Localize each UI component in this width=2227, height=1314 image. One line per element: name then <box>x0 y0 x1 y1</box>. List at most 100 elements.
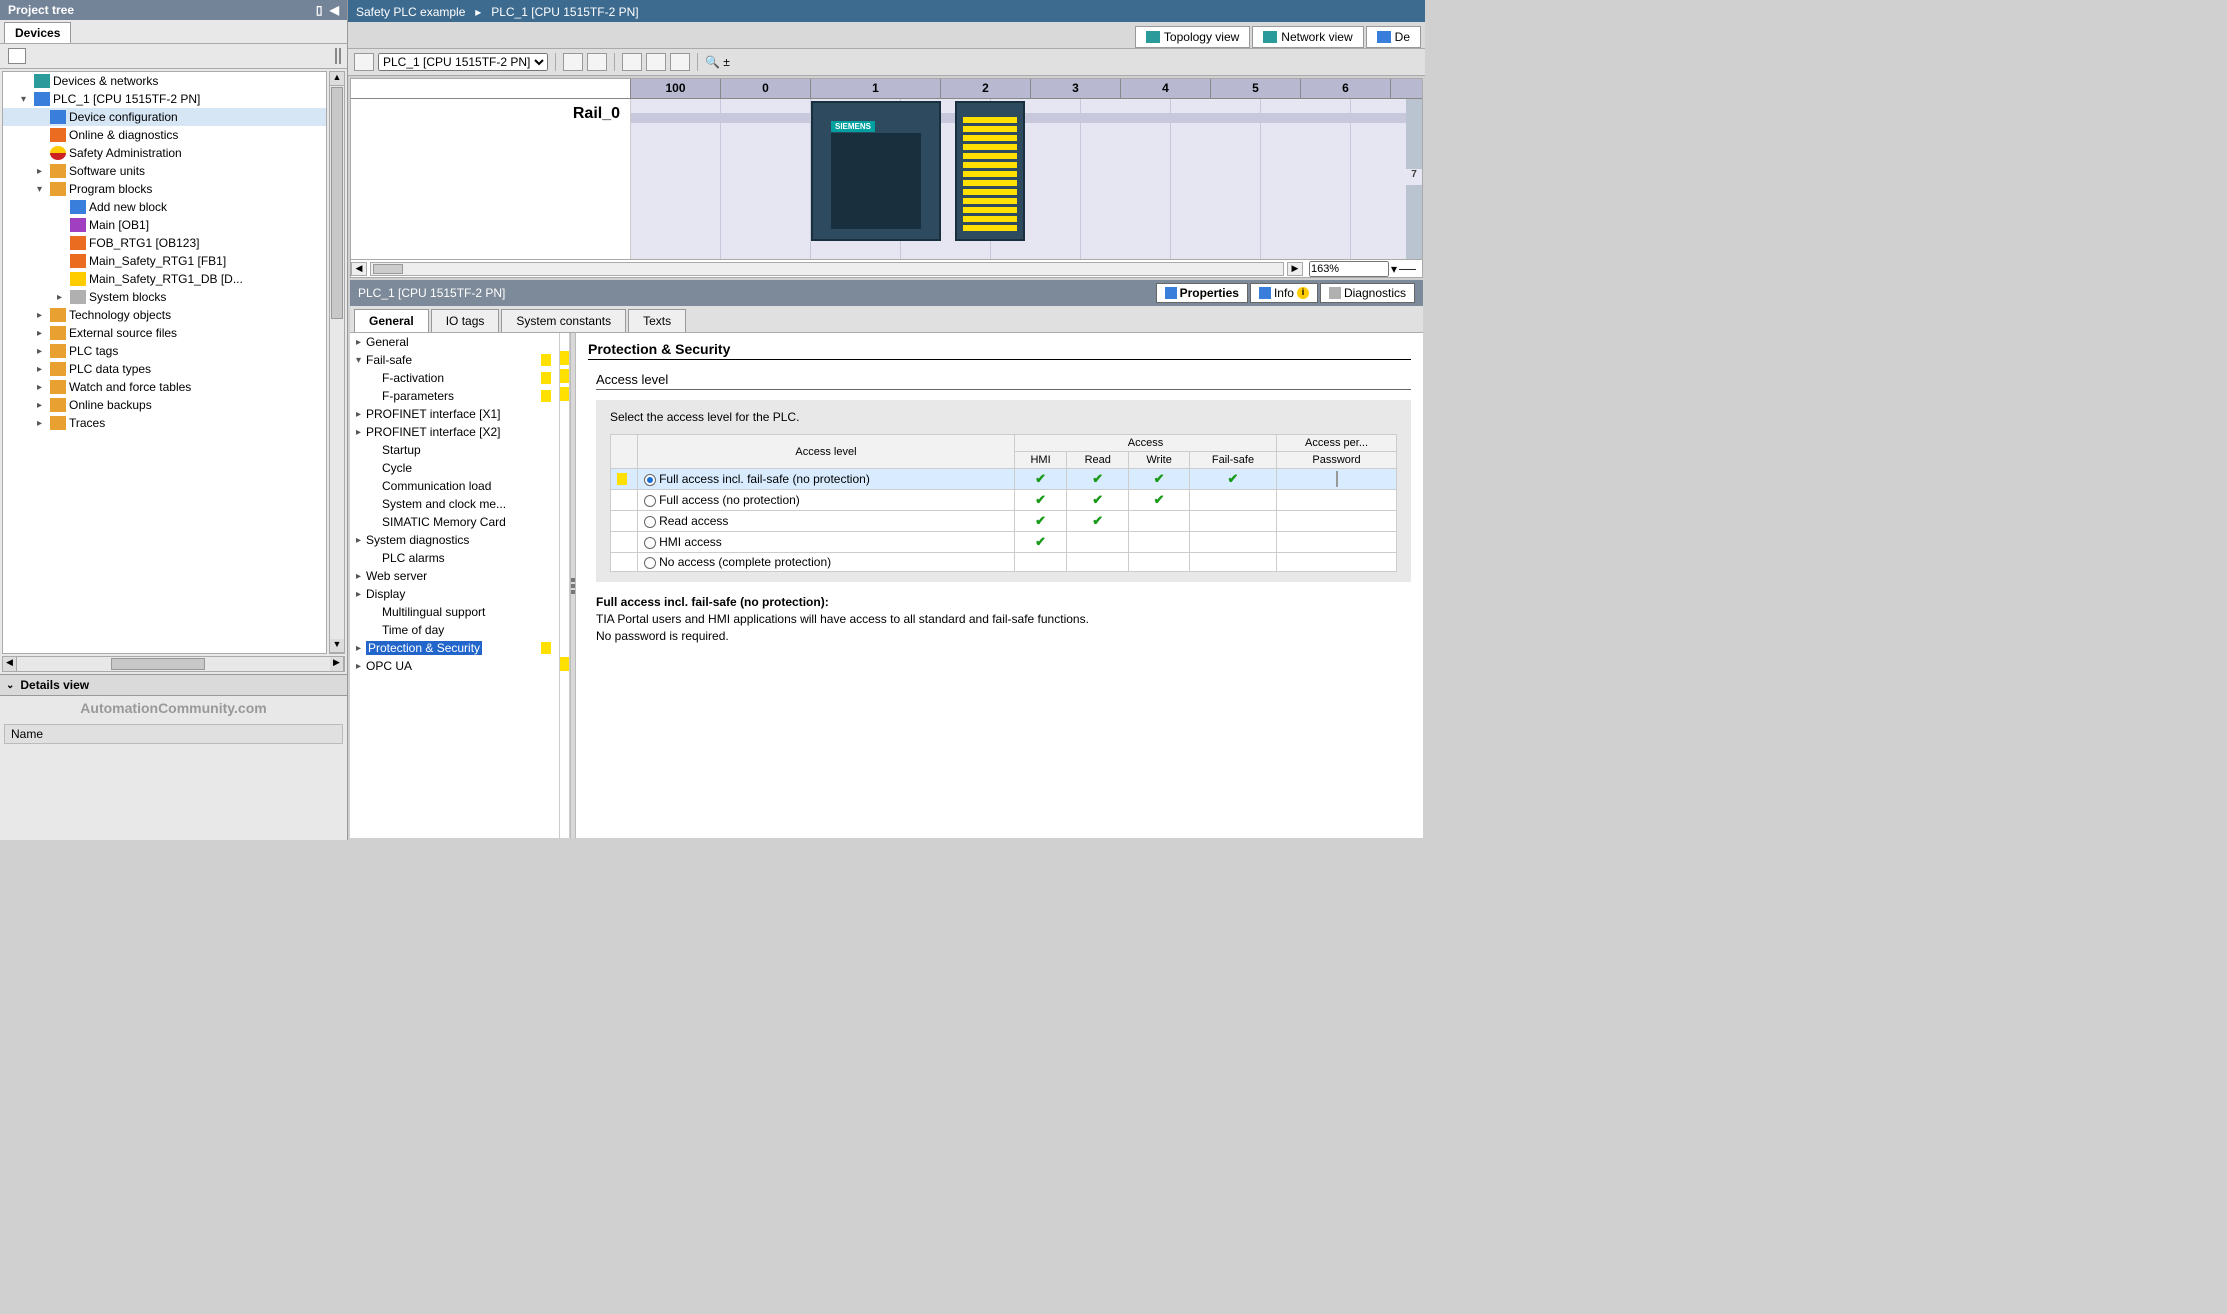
device-select[interactable]: PLC_1 [CPU 1515TF-2 PN] <box>378 53 548 71</box>
tree-item[interactable]: ▸Watch and force tables <box>3 378 326 396</box>
radio[interactable] <box>644 516 656 528</box>
subtab-texts[interactable]: Texts <box>628 309 686 332</box>
tree-hscroll[interactable]: ◀ ▶ <box>2 656 345 672</box>
project-tree[interactable]: Devices & networks▾PLC_1 [CPU 1515TF-2 P… <box>2 71 327 654</box>
access-row[interactable]: HMI access✔ <box>611 532 1397 553</box>
canvas-right-icon[interactable]: ▶ <box>1287 262 1303 276</box>
canvas-thumb[interactable] <box>373 264 403 274</box>
tree-vscroll[interactable]: ▲ ▼ <box>329 71 345 654</box>
radio[interactable] <box>644 557 656 569</box>
nav-item[interactable]: ▸PROFINET interface [X2] <box>350 423 559 441</box>
subtab-general[interactable]: General <box>354 309 429 332</box>
nav-item[interactable]: Time of day <box>350 621 559 639</box>
details-view-header[interactable]: ⌄ Details view <box>0 674 347 696</box>
tab-devices[interactable]: Devices <box>4 22 71 43</box>
tree-tool-3[interactable] <box>339 48 341 64</box>
password-button[interactable] <box>1336 471 1338 487</box>
scroll-right-icon[interactable]: ▶ <box>330 657 344 671</box>
access-row[interactable]: Full access (no protection)✔✔✔ <box>611 490 1397 511</box>
tree-item[interactable]: Online & diagnostics <box>3 126 326 144</box>
radio[interactable] <box>644 474 656 486</box>
tree-item[interactable]: Devices & networks <box>3 72 326 90</box>
tree-item[interactable]: FOB_RTG1 [OB123] <box>3 234 326 252</box>
subtab-iotags[interactable]: IO tags <box>431 309 500 332</box>
toolbar-btn-4[interactable] <box>622 53 642 71</box>
nav-item[interactable]: ▾Fail-safe <box>350 351 559 369</box>
access-row[interactable]: Read access✔✔ <box>611 511 1397 532</box>
scroll-left-icon[interactable]: ◀ <box>3 657 17 671</box>
tree-item[interactable]: ▸System blocks <box>3 288 326 306</box>
toolbar-btn-3[interactable] <box>587 53 607 71</box>
breadcrumb-b[interactable]: PLC_1 [CPU 1515TF-2 PN] <box>491 5 638 19</box>
tree-item[interactable]: ▸External source files <box>3 324 326 342</box>
tree-item[interactable]: ▸PLC tags <box>3 342 326 360</box>
tree-item[interactable]: Device configuration <box>3 108 326 126</box>
h-thumb[interactable] <box>111 658 205 670</box>
pin-icon[interactable]: ▯ <box>316 3 323 17</box>
nav-item[interactable]: ▸PROFINET interface [X1] <box>350 405 559 423</box>
scroll-thumb[interactable] <box>331 87 343 319</box>
tab-info[interactable]: Info i <box>1250 283 1318 303</box>
nav-item[interactable]: ▸General <box>350 333 559 351</box>
toolbar-btn-1[interactable] <box>354 53 374 71</box>
zoom-dropdown-icon[interactable]: ▾ <box>1391 262 1397 276</box>
nav-item[interactable]: ▸System diagnostics <box>350 531 559 549</box>
canvas-hscroll[interactable]: ◀ ▶ ▾ ── <box>351 259 1422 277</box>
tree-item[interactable]: Main_Safety_RTG1 [FB1] <box>3 252 326 270</box>
nav-item[interactable]: System and clock me... <box>350 495 559 513</box>
tree-item[interactable]: ▸Online backups <box>3 396 326 414</box>
tree-item[interactable]: Safety Administration <box>3 144 326 162</box>
nav-item[interactable]: F-activation <box>350 369 559 387</box>
nav-item[interactable]: Startup <box>350 441 559 459</box>
radio[interactable] <box>644 495 656 507</box>
nav-label: Fail-safe <box>366 353 412 367</box>
tab-properties[interactable]: Properties <box>1156 283 1248 303</box>
tree-item[interactable]: ▸Technology objects <box>3 306 326 324</box>
device-canvas[interactable]: 100 0 1 2 3 4 5 6 Rail_0 SIEMENS <box>350 78 1423 278</box>
access-label: No access (complete protection) <box>659 555 831 569</box>
zoom-slider[interactable]: ── <box>1399 262 1416 276</box>
zoom-input[interactable] <box>1309 261 1389 277</box>
rack-bg[interactable]: SIEMENS 7 <box>631 99 1422 259</box>
subtab-sysconst[interactable]: System constants <box>501 309 626 332</box>
tree-tool-2[interactable] <box>335 48 337 64</box>
nav-item[interactable]: F-parameters <box>350 387 559 405</box>
scroll-down-icon[interactable]: ▼ <box>330 639 344 653</box>
breadcrumb-a[interactable]: Safety PLC example <box>356 5 465 19</box>
access-row[interactable]: No access (complete protection) <box>611 553 1397 572</box>
collapse-icon[interactable]: ◀ <box>330 3 339 17</box>
tab-network[interactable]: Network view <box>1252 26 1363 48</box>
plc-module[interactable]: SIEMENS <box>811 101 941 241</box>
inspector-nav[interactable]: ▸General▾Fail-safeF-activationF-paramete… <box>350 333 560 838</box>
tab-topology[interactable]: Topology view <box>1135 26 1250 48</box>
tree-item[interactable]: Add new block <box>3 198 326 216</box>
tree-item[interactable]: Main [OB1] <box>3 216 326 234</box>
nav-item[interactable]: SIMATIC Memory Card <box>350 513 559 531</box>
tree-item[interactable]: Main_Safety_RTG1_DB [D... <box>3 270 326 288</box>
scroll-up-icon[interactable]: ▲ <box>330 72 344 86</box>
access-row[interactable]: Full access incl. fail-safe (no protecti… <box>611 469 1397 490</box>
nav-item[interactable]: Multilingual support <box>350 603 559 621</box>
toolbar-btn-6[interactable] <box>670 53 690 71</box>
tab-device[interactable]: De <box>1366 26 1421 48</box>
nav-item[interactable]: Cycle <box>350 459 559 477</box>
nav-item[interactable]: ▸Web server <box>350 567 559 585</box>
tree-tool-1[interactable] <box>8 48 26 64</box>
zoom-icon[interactable]: 🔍 ± <box>705 55 730 69</box>
tab-diagnostics[interactable]: Diagnostics <box>1320 283 1415 303</box>
tree-item[interactable]: ▾Program blocks <box>3 180 326 198</box>
tree-item[interactable]: ▾PLC_1 [CPU 1515TF-2 PN] <box>3 90 326 108</box>
tree-item[interactable]: ▸Software units <box>3 162 326 180</box>
io-module[interactable] <box>955 101 1025 241</box>
nav-item[interactable]: ▸Protection & Security <box>350 639 559 657</box>
nav-item[interactable]: Communication load <box>350 477 559 495</box>
nav-item[interactable]: PLC alarms <box>350 549 559 567</box>
radio[interactable] <box>644 537 656 549</box>
toolbar-btn-5[interactable] <box>646 53 666 71</box>
tree-item[interactable]: ▸PLC data types <box>3 360 326 378</box>
tree-item[interactable]: ▸Traces <box>3 414 326 432</box>
toolbar-btn-2[interactable] <box>563 53 583 71</box>
nav-item[interactable]: ▸OPC UA <box>350 657 559 675</box>
canvas-left-icon[interactable]: ◀ <box>351 262 367 276</box>
nav-item[interactable]: ▸Display <box>350 585 559 603</box>
